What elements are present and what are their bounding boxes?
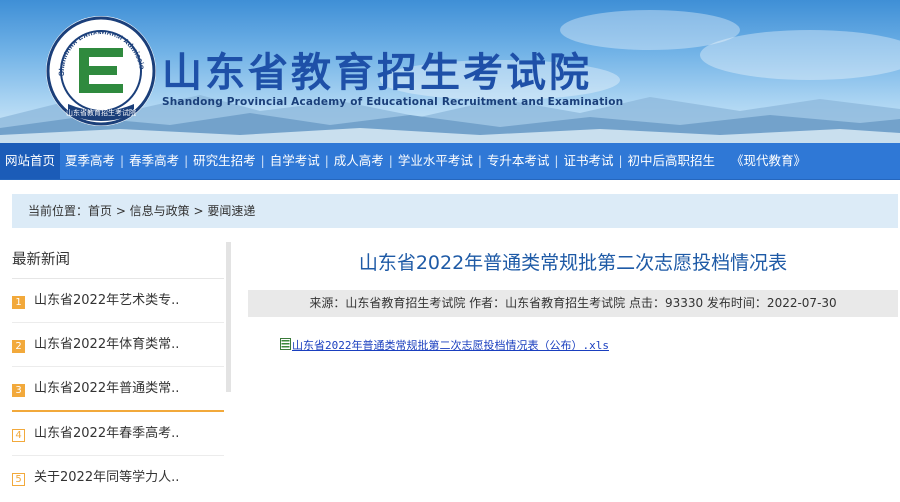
nav-item-summer-gaokao[interactable]: 夏季高考	[60, 143, 120, 179]
site-subtitle: Shandong Provincial Academy of Education…	[162, 96, 624, 108]
main-nav: 网站首页 夏季高考 | 春季高考 | 研究生招考 | 自学考试 | 成人高考 |…	[0, 143, 900, 180]
main-content: 最新新闻 1 山东省2022年艺术类专.. 2 山东省2022年体育类常.. 3 山东…	[0, 242, 900, 502]
rank-number: 1	[12, 296, 25, 309]
nav-item-vocational[interactable]: 初中后高职招生	[623, 143, 721, 179]
news-link[interactable]: 关于2022年同等学力人..	[34, 470, 179, 485]
nav-item-proficiency[interactable]: 学业水平考试	[393, 143, 478, 179]
rank-number: 3	[12, 384, 25, 397]
attachment-link[interactable]: 山东省2022年普通类常规批第二次志愿投档情况表（公布）.xls	[292, 339, 609, 352]
site-title: 山东省教育招生考试院	[162, 50, 592, 96]
news-link[interactable]: 山东省2022年春季高考..	[34, 426, 179, 441]
site-header: Shandong Educational Admission & Examina…	[0, 0, 900, 143]
academy-logo-icon[interactable]: Shandong Educational Admission & Examina…	[44, 14, 158, 128]
nav-item-spring-gaokao[interactable]: 春季高考	[124, 143, 184, 179]
list-item[interactable]: 3 山东省2022年普通类常..	[12, 367, 224, 412]
news-link[interactable]: 山东省2022年体育类常..	[34, 337, 179, 352]
nav-item-home[interactable]: 网站首页	[0, 143, 61, 179]
nav-item-adult-gaokao[interactable]: 成人高考	[329, 143, 389, 179]
attachment: 山东省2022年普通类常规批第二次志愿投档情况表（公布）.xls	[280, 337, 898, 353]
breadcrumb: 当前位置：首页 > 信息与政策 > 要闻速递	[12, 194, 898, 228]
nav-item-self-study[interactable]: 自学考试	[265, 143, 325, 179]
news-link[interactable]: 山东省2022年普通类常..	[34, 381, 179, 396]
nav-item-modern-education[interactable]: 《现代教育》	[726, 143, 811, 179]
article-meta: 来源：山东省教育招生考试院 作者：山东省教育招生考试院 点击：93330 发布时…	[248, 290, 898, 317]
sidebar-scrollbar[interactable]	[226, 242, 231, 392]
rank-number: 5	[12, 473, 25, 486]
sidebar-heading: 最新新闻	[12, 242, 224, 279]
list-item[interactable]: 1 山东省2022年艺术类专..	[12, 279, 224, 323]
list-item[interactable]: 4 山东省2022年春季高考..	[12, 412, 224, 456]
latest-news-sidebar: 最新新闻 1 山东省2022年艺术类专.. 2 山东省2022年体育类常.. 3 山东…	[12, 242, 224, 499]
nav-item-upgrade[interactable]: 专升本考试	[482, 143, 555, 179]
logo-bottom-text: 山东省教育招生考试院	[66, 108, 136, 117]
excel-file-icon	[280, 338, 291, 350]
rank-number: 2	[12, 340, 25, 353]
list-item[interactable]: 5 关于2022年同等学力人..	[12, 456, 224, 499]
article-title: 山东省2022年普通类常规批第二次志愿投档情况表	[358, 252, 788, 274]
list-item[interactable]: 2 山东省2022年体育类常..	[12, 323, 224, 367]
news-link[interactable]: 山东省2022年艺术类专..	[34, 293, 179, 308]
rank-number: 4	[12, 429, 25, 442]
nav-item-certificate[interactable]: 证书考试	[558, 143, 618, 179]
nav-item-graduate[interactable]: 研究生招考	[188, 143, 261, 179]
article: 山东省2022年普通类常规批第二次志愿投档情况表 来源：山东省教育招生考试院 作…	[248, 242, 898, 353]
